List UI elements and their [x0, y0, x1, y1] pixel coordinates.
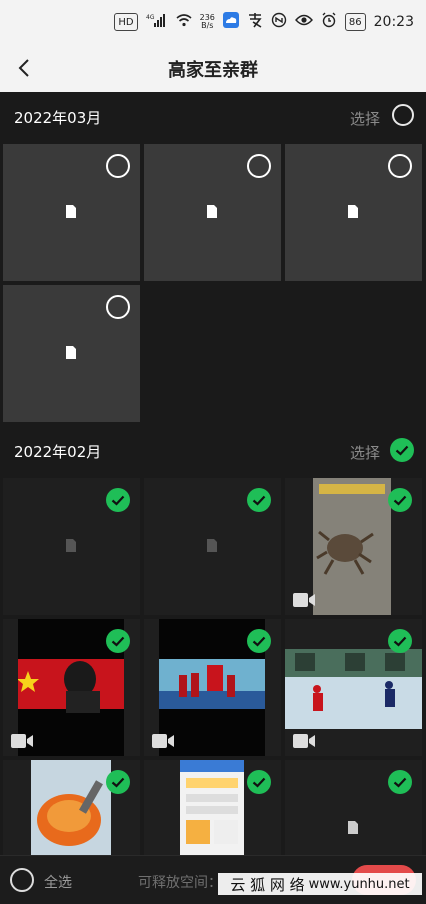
- video-thumbnail-skating: [285, 649, 422, 729]
- selected-check-icon[interactable]: [388, 629, 412, 653]
- video-thumbnail-crab: [313, 478, 391, 615]
- select-circle[interactable]: [247, 154, 271, 178]
- watermark: 云 狐 网 络 www.yunhu.net: [218, 873, 422, 895]
- net-speed: 236 B/s: [199, 13, 215, 30]
- select-all-label[interactable]: 全选: [44, 872, 72, 892]
- file-icon: [66, 205, 76, 218]
- file-icon: [348, 821, 358, 834]
- eye-icon: [294, 13, 313, 31]
- media-tile-video[interactable]: [285, 478, 422, 615]
- watermark-url: www.yunhu.net: [308, 876, 410, 892]
- select-all-circle[interactable]: [10, 868, 34, 892]
- select-section-label[interactable]: 选择: [350, 442, 380, 463]
- file-icon: [207, 205, 217, 218]
- file-icon: [66, 346, 76, 359]
- selected-check-icon[interactable]: [247, 770, 271, 794]
- media-tile[interactable]: [144, 478, 281, 615]
- selected-check-icon[interactable]: [106, 488, 130, 512]
- selected-check-icon[interactable]: [106, 770, 130, 794]
- page-title: 高家至亲群: [168, 60, 258, 81]
- alipay-icon: [247, 12, 263, 32]
- selected-check-icon[interactable]: [390, 438, 414, 462]
- media-tile[interactable]: [144, 144, 281, 281]
- cloud-app-icon: [222, 12, 239, 32]
- selected-check-icon[interactable]: [106, 629, 130, 653]
- free-space-label: 可释放空间：: [138, 875, 222, 891]
- media-tile[interactable]: [285, 760, 422, 855]
- selected-check-icon[interactable]: [247, 488, 271, 512]
- media-tile-video[interactable]: [144, 619, 281, 756]
- hd-badge: HD: [114, 13, 138, 31]
- section-date: 2022年03月: [14, 109, 102, 127]
- file-icon: [348, 205, 358, 218]
- wifi-icon: [176, 13, 192, 31]
- video-camera-icon: [11, 734, 33, 748]
- status-icons: HD 4G 236 B/s 86 20:23: [114, 12, 414, 32]
- nav-bar: 高家至亲群: [0, 44, 426, 93]
- media-tile-video[interactable]: [285, 619, 422, 756]
- media-list[interactable]: 2022年03月 选择 2022年02月 选择: [0, 92, 426, 855]
- media-tile-video[interactable]: [3, 619, 140, 756]
- select-circle[interactable]: [106, 295, 130, 319]
- file-icon: [66, 539, 76, 552]
- select-circle[interactable]: [388, 154, 412, 178]
- status-bar: HD 4G 236 B/s 86 20:23: [0, 0, 426, 44]
- signal-icon: 4G: [146, 13, 168, 31]
- media-tile[interactable]: [285, 144, 422, 281]
- media-tile[interactable]: [3, 285, 140, 422]
- clock-time: 20:23: [373, 14, 414, 30]
- screenshot-thumbnail-app: [180, 760, 244, 855]
- video-camera-icon: [152, 734, 174, 748]
- media-tile[interactable]: [144, 760, 281, 855]
- selected-check-icon[interactable]: [247, 629, 271, 653]
- media-tile[interactable]: [3, 478, 140, 615]
- nfc-icon: [271, 12, 287, 32]
- svg-text:4G: 4G: [146, 14, 155, 21]
- select-section-circle[interactable]: [392, 104, 414, 126]
- media-tile-video[interactable]: [3, 760, 140, 855]
- watermark-text: 云 狐 网 络: [230, 875, 305, 894]
- select-section-label[interactable]: 选择: [350, 108, 380, 129]
- selected-check-icon[interactable]: [388, 770, 412, 794]
- alarm-icon: [321, 12, 337, 32]
- video-thumbnail-food: [31, 760, 111, 855]
- media-tile[interactable]: [3, 144, 140, 281]
- section-date: 2022年02月: [14, 443, 102, 461]
- file-icon: [207, 539, 217, 552]
- battery-icon: 86: [344, 13, 366, 31]
- section-header-march: 2022年03月 选择: [0, 92, 426, 142]
- section-header-february: 2022年02月 选择: [0, 426, 426, 476]
- video-camera-icon: [293, 593, 315, 607]
- selected-check-icon[interactable]: [388, 488, 412, 512]
- video-camera-icon: [293, 734, 315, 748]
- select-circle[interactable]: [106, 154, 130, 178]
